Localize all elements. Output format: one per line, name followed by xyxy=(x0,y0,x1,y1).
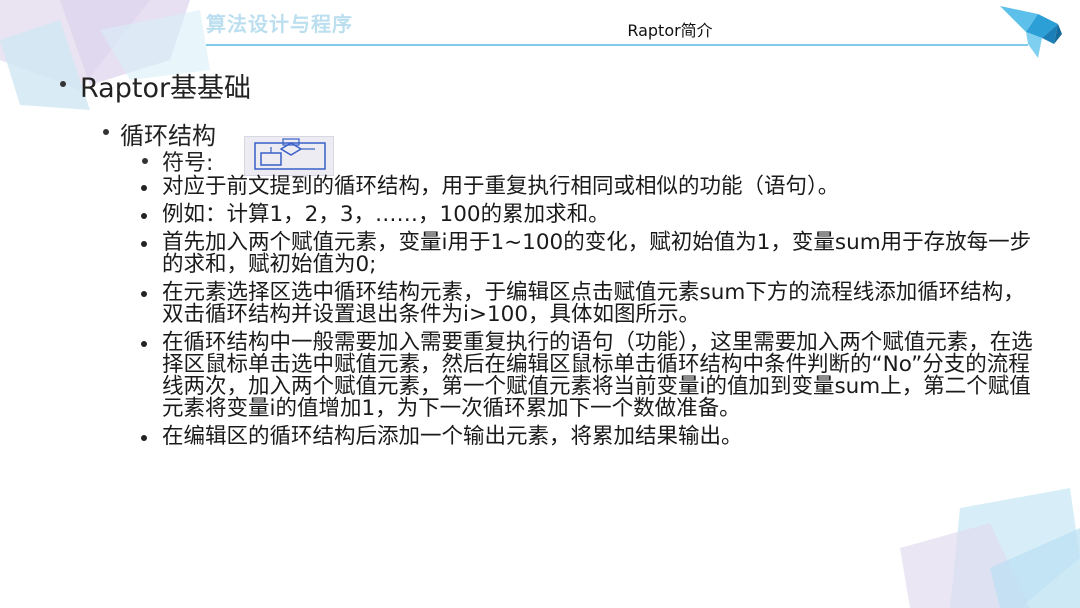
list-item: 对应于前文提到的循环结构，用于重复执行相同或相似的功能（语句）。 xyxy=(141,176,1042,198)
content-list: 对应于前文提到的循环结构，用于重复执行相同或相似的功能（语句）。 例如：计算1，… xyxy=(141,176,1042,454)
section-title: 算法设计与程序 xyxy=(206,12,353,36)
loop-symbol-box xyxy=(244,136,334,176)
list-item: 例如：计算1，2，3，……，100的累加求和。 xyxy=(141,204,1042,226)
bird-logo-icon xyxy=(1000,6,1062,58)
list-item: 在元素选择区选中循环结构元素，于编辑区点击赋值元素sum下方的流程线添加循环结构… xyxy=(141,282,1042,326)
slide: 算法设计与程序 Raptor简介 Raptor基基础 循环结构 符号: 对应于前… xyxy=(0,0,1080,608)
bullet-dot xyxy=(60,81,66,87)
list-item: 在循环结构中一般需要加入需要重复执行的语句（功能），这里需要加入两个赋值元素，在… xyxy=(141,332,1042,420)
bullet-dot xyxy=(141,213,147,219)
bullet-dot xyxy=(141,341,147,347)
header-divider xyxy=(206,44,1028,46)
bullet-dot xyxy=(141,291,147,297)
heading-level1: Raptor基基础 xyxy=(80,73,252,104)
corner-decoration-bottom-right xyxy=(900,488,1080,608)
bullet-dot xyxy=(142,158,148,164)
bullet-dot xyxy=(141,185,147,191)
bullet-dot xyxy=(141,435,147,441)
bullet-dot xyxy=(103,129,109,135)
list-item: 在编辑区的循环结构后添加一个输出元素，将累加结果输出。 xyxy=(141,426,1042,448)
symbol-label: 符号: xyxy=(162,151,214,176)
slide-subject: Raptor简介 xyxy=(627,21,713,40)
loop-flowchart-icon xyxy=(254,138,326,170)
bullet-dot xyxy=(141,241,147,247)
list-item: 首先加入两个赋值元素，变量i用于1~100的变化，赋初始值为1，变量sum用于存… xyxy=(141,232,1042,276)
